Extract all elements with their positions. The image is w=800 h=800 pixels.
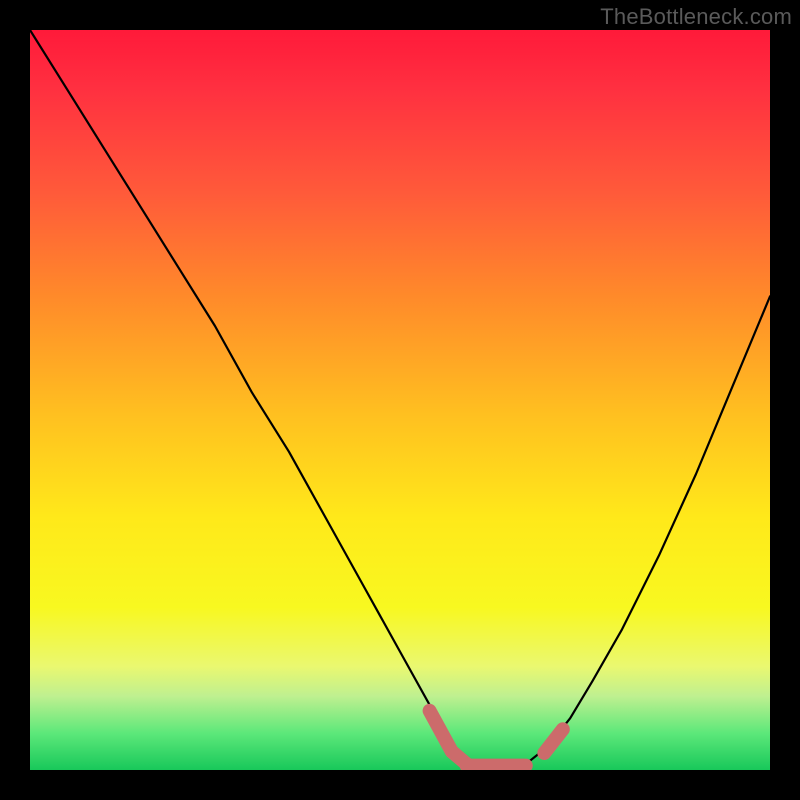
watermark-text: TheBottleneck.com <box>600 4 792 30</box>
chart-svg <box>30 30 770 770</box>
bottleneck-curve <box>30 30 770 770</box>
highlight-right-bump <box>544 729 563 753</box>
chart-plot-area <box>30 30 770 770</box>
highlight-flat-minimum <box>430 711 526 766</box>
chart-frame: TheBottleneck.com <box>0 0 800 800</box>
